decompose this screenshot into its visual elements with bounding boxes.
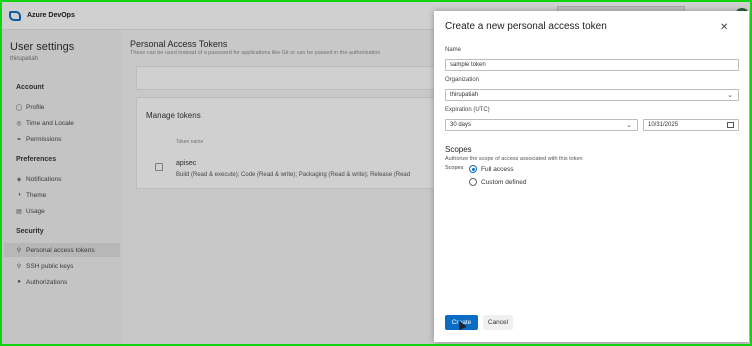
organization-value: thirupatiah (450, 92, 479, 98)
cancel-button[interactable]: Cancel (483, 315, 513, 330)
radio-full-access[interactable] (469, 165, 477, 173)
expiration-label: Expiration (UTC) (445, 107, 490, 113)
name-field-value: sample token (450, 62, 486, 68)
close-icon[interactable]: ✕ (720, 22, 728, 33)
name-field[interactable]: sample token (445, 59, 739, 71)
calendar-icon[interactable] (727, 122, 734, 128)
scopes-heading: Scopes (445, 145, 472, 154)
radio-custom-defined[interactable] (469, 178, 477, 186)
scopes-description: Authorize the scope of access associated… (445, 156, 583, 162)
create-token-panel: Create a new personal access token ✕ Nam… (434, 11, 749, 342)
expiration-date-field[interactable]: 10/31/2025 (643, 119, 739, 131)
scopes-label: Scopes (445, 165, 464, 171)
organization-label: Organization (445, 77, 480, 83)
name-label: Name (445, 47, 462, 53)
chevron-down-icon: ⌄ (727, 92, 733, 99)
radio-custom-defined-label[interactable]: Custom defined (481, 179, 527, 186)
expiration-select[interactable]: 30 days ⌄ (445, 119, 638, 131)
app-window: Azure DevOps User settings thirupatiah A… (2, 2, 750, 344)
expiration-date-value: 10/31/2025 (648, 122, 679, 128)
chevron-down-icon: ⌄ (626, 122, 632, 129)
panel-title: Create a new personal access token (445, 21, 607, 32)
organization-select[interactable]: thirupatiah ⌄ (445, 89, 739, 101)
expiration-value: 30 days (450, 122, 472, 128)
radio-full-access-label[interactable]: Full access (481, 166, 514, 173)
